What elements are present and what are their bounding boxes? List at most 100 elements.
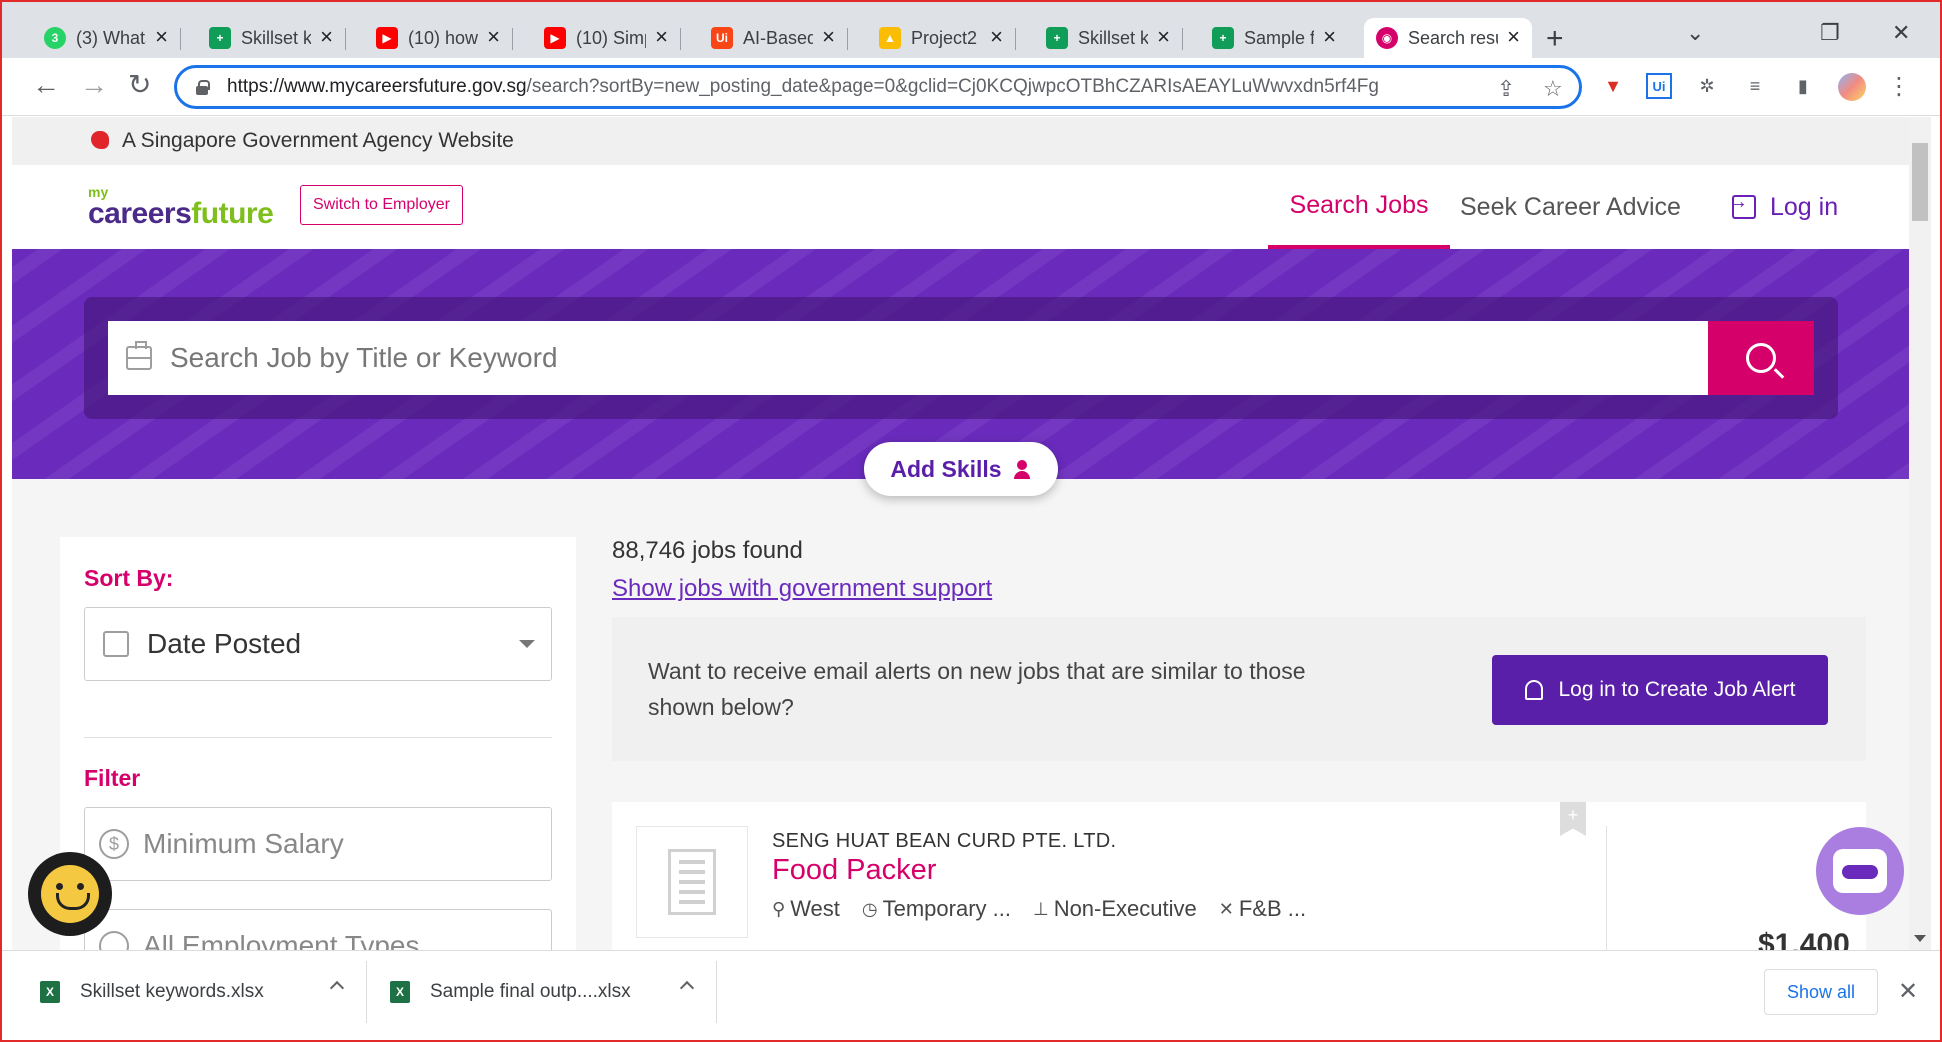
job-card[interactable]: SENG HUAT BEAN CURD PTE. LTD. Food Packe… bbox=[612, 802, 1866, 950]
chevron-up-icon[interactable] bbox=[329, 980, 345, 996]
uipath-extension-icon[interactable]: Ui bbox=[1646, 73, 1672, 99]
tab-label: Sample final bbox=[1244, 27, 1314, 48]
sheets-icon: + bbox=[209, 27, 231, 49]
menu-icon[interactable]: ⋮ bbox=[1886, 73, 1912, 100]
job-alert-banner: Want to receive email alerts on new jobs… bbox=[612, 617, 1866, 761]
close-icon[interactable]: × bbox=[1323, 26, 1336, 48]
puzzle-icon[interactable]: ✲ bbox=[1694, 73, 1720, 99]
new-tab-button[interactable]: + bbox=[1546, 24, 1564, 54]
job-level: ⊥ Non-Executive bbox=[1033, 896, 1197, 922]
nav-search-jobs[interactable]: Search Jobs bbox=[1268, 165, 1450, 249]
forward-icon[interactable]: → bbox=[80, 70, 108, 100]
jobs-found-count: 88,746 jobs found bbox=[612, 537, 803, 564]
profile-avatar[interactable] bbox=[1838, 73, 1866, 101]
share-icon[interactable]: ⇪ bbox=[1497, 76, 1515, 102]
tab-search-results[interactable]: ◉ Search results × bbox=[1364, 18, 1532, 58]
chevron-up-icon[interactable] bbox=[679, 980, 695, 996]
address-bar[interactable]: https://www.mycareersfuture.gov.sg/searc… bbox=[174, 65, 1582, 109]
tab-skillset-keywords[interactable]: + Skillset keywords × bbox=[197, 18, 346, 58]
close-download-bar-icon[interactable]: ✕ bbox=[1898, 977, 1918, 1006]
job-alert-text: Want to receive email alerts on new jobs… bbox=[648, 658, 1306, 720]
level-text: Non-Executive bbox=[1053, 896, 1197, 921]
tab-youtube-how[interactable]: ▶ (10) how to × bbox=[364, 18, 513, 58]
sort-select[interactable]: Date Posted bbox=[84, 607, 552, 681]
hierarchy-icon: ⊥ bbox=[1033, 898, 1049, 919]
show-all-button[interactable]: Show all bbox=[1764, 969, 1878, 1015]
tab-skillset-keywords-2[interactable]: + Skillset keywords × bbox=[1034, 18, 1183, 58]
page-viewport: A Singapore Government Agency Website my… bbox=[12, 117, 1910, 950]
divider bbox=[84, 737, 552, 738]
gov-banner-text: A Singapore Government Agency Website bbox=[122, 129, 514, 152]
close-icon[interactable]: × bbox=[487, 26, 500, 48]
nav-login[interactable]: Log in bbox=[1728, 165, 1838, 249]
whatsapp-icon: 3 bbox=[44, 27, 66, 49]
gov-support-link[interactable]: Show jobs with government support bbox=[612, 575, 992, 603]
reload-icon[interactable]: ↻ bbox=[128, 70, 151, 100]
tab-search-icon[interactable]: ⌄ bbox=[1686, 20, 1704, 46]
download-filename: Sample final outp....xlsx bbox=[430, 981, 631, 1002]
tab-whatsapp[interactable]: 3 (3) WhatsApp × bbox=[32, 18, 181, 58]
close-icon[interactable]: × bbox=[1157, 26, 1170, 48]
download-item-skillset[interactable]: X Skillset keywords.xlsx bbox=[40, 951, 360, 1033]
tab-youtube-simple[interactable]: ▶ (10) Simple × bbox=[532, 18, 681, 58]
search-icon bbox=[1746, 343, 1776, 373]
create-job-alert-button[interactable]: Log in to Create Job Alert bbox=[1492, 655, 1828, 725]
close-icon[interactable]: × bbox=[990, 26, 1003, 48]
timer-icon: ◷ bbox=[861, 898, 878, 919]
scroll-thumb[interactable] bbox=[1912, 143, 1928, 221]
person-icon bbox=[1013, 460, 1032, 479]
bookmark-icon[interactable]: + bbox=[1560, 802, 1586, 836]
switch-to-employer-button[interactable]: Switch to Employer bbox=[300, 185, 463, 225]
tab-label: Skillset keywords bbox=[1078, 27, 1148, 48]
sort-by-heading: Sort By: bbox=[84, 565, 174, 591]
smiley-icon bbox=[41, 865, 99, 923]
job-salary: $1,400 bbox=[1758, 928, 1850, 950]
scroll-down-arrow[interactable] bbox=[1914, 935, 1926, 942]
url-text[interactable]: https://www.mycareersfuture.gov.sg/searc… bbox=[227, 76, 1487, 98]
close-window-icon[interactable]: ✕ bbox=[1892, 20, 1910, 46]
excel-icon: X bbox=[40, 981, 60, 1003]
lion-icon bbox=[88, 129, 112, 153]
lock-icon[interactable] bbox=[195, 80, 210, 95]
employment-type-select[interactable]: All Employment Types bbox=[84, 909, 552, 950]
search-button[interactable] bbox=[1708, 321, 1814, 395]
tab-sample-final[interactable]: + Sample final × bbox=[1200, 18, 1348, 58]
extension-icon[interactable]: ▼ bbox=[1600, 73, 1626, 99]
close-icon[interactable]: × bbox=[320, 26, 333, 48]
star-icon[interactable]: ☆ bbox=[1543, 76, 1563, 102]
close-icon[interactable]: × bbox=[1507, 26, 1520, 48]
page-scrollbar[interactable] bbox=[1909, 117, 1931, 950]
restore-icon[interactable]: ❐ bbox=[1820, 20, 1840, 46]
job-title[interactable]: Food Packer bbox=[772, 854, 936, 887]
close-icon[interactable]: × bbox=[155, 26, 168, 48]
feedback-button[interactable] bbox=[28, 852, 112, 936]
job-employment-type: ◷ Temporary ... bbox=[862, 896, 1011, 922]
tab-label: Search results bbox=[1408, 27, 1498, 48]
nav-career-advice[interactable]: Seek Career Advice bbox=[1460, 165, 1681, 249]
company-name: SENG HUAT BEAN CURD PTE. LTD. bbox=[772, 830, 1117, 852]
location-text: West bbox=[790, 896, 840, 921]
chatbot-button[interactable] bbox=[1816, 827, 1904, 915]
download-item-sample[interactable]: X Sample final outp....xlsx bbox=[390, 951, 710, 1033]
mcf-icon: ◉ bbox=[1376, 27, 1398, 49]
tab-ai-based[interactable]: Ui AI-Based × bbox=[699, 18, 848, 58]
tab-project2[interactable]: ▲ Project2 × bbox=[867, 18, 1016, 58]
close-icon[interactable]: × bbox=[822, 26, 835, 48]
youtube-icon: ▶ bbox=[376, 27, 398, 49]
search-input[interactable] bbox=[170, 342, 1670, 374]
building-icon bbox=[668, 849, 716, 915]
location-pin-icon: ⚲ bbox=[772, 898, 786, 919]
briefcase-icon bbox=[126, 341, 152, 370]
sheets-icon: + bbox=[1212, 27, 1234, 49]
filter-sidebar: Sort By: Date Posted Filter $ Minimum Sa… bbox=[60, 537, 576, 950]
tools-icon: ✕ bbox=[1218, 898, 1234, 919]
back-icon[interactable]: ← bbox=[32, 70, 60, 100]
careersfuture-logo[interactable]: my careersfuture bbox=[88, 185, 274, 229]
close-icon[interactable]: × bbox=[655, 26, 668, 48]
media-icon[interactable]: ≡ bbox=[1742, 73, 1768, 99]
add-skills-button[interactable]: Add Skills bbox=[864, 442, 1058, 496]
clock-icon bbox=[99, 931, 129, 950]
min-salary-input[interactable]: $ Minimum Salary bbox=[84, 807, 552, 881]
min-salary-placeholder: Minimum Salary bbox=[143, 828, 344, 859]
side-panel-icon[interactable]: ▮ bbox=[1790, 73, 1816, 99]
